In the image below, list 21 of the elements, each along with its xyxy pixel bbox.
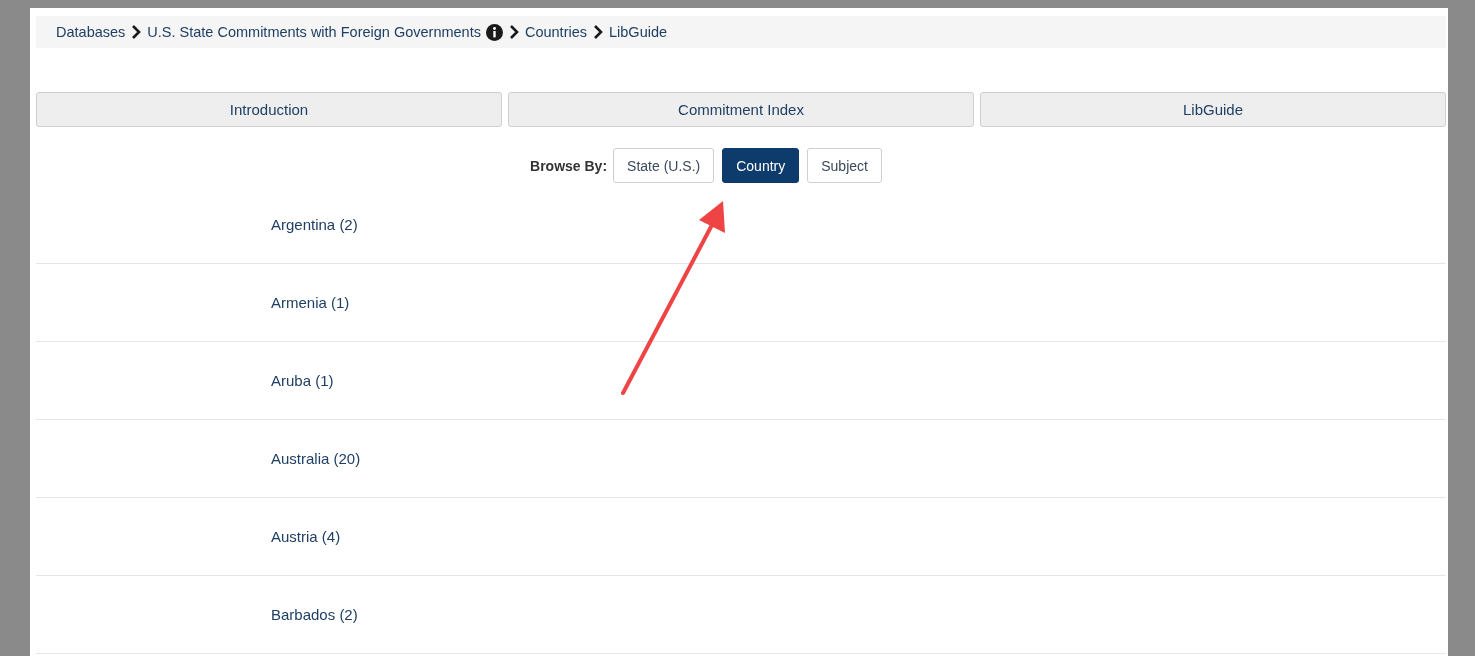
tab[interactable]: Commitment Index xyxy=(508,92,974,127)
tab[interactable]: Introduction xyxy=(36,92,502,127)
country-link[interactable]: Armenia (1) xyxy=(271,294,350,311)
browse-option-button[interactable]: Subject xyxy=(807,148,882,183)
browse-option-button[interactable]: State (U.S.) xyxy=(613,148,715,183)
browse-by-label: Browse By: xyxy=(530,157,608,174)
country-link[interactable]: Austria (4) xyxy=(271,528,341,545)
country-link[interactable]: Argentina (2) xyxy=(271,216,358,233)
breadcrumb-link[interactable]: Countries xyxy=(524,24,587,40)
country-link[interactable]: Australia (20) xyxy=(271,450,361,467)
chevron-icon xyxy=(593,25,603,39)
breadcrumb-link[interactable]: LibGuide xyxy=(609,24,668,40)
info-icon[interactable] xyxy=(485,23,503,41)
chevron-icon xyxy=(131,25,142,39)
browse-option-button[interactable]: Country xyxy=(722,148,800,183)
country-link[interactable]: Barbados (2) xyxy=(271,606,358,623)
tab[interactable]: LibGuide xyxy=(980,92,1446,127)
breadcrumb-link[interactable]: Databases xyxy=(56,24,126,40)
country-link[interactable]: Aruba (1) xyxy=(271,372,334,389)
chevron-icon xyxy=(508,25,519,39)
breadcrumb-link[interactable]: U.S. State Commitments with Foreign Governments xyxy=(147,24,481,40)
